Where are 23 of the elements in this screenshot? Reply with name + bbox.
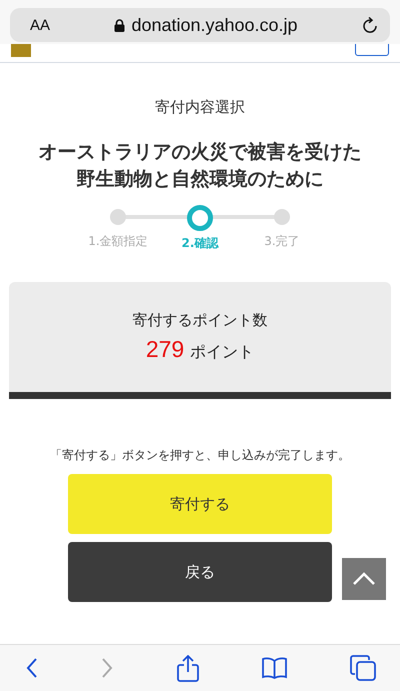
step-label: 2.確認 [182,235,218,252]
tabs-icon[interactable] [350,655,376,681]
lock-icon [114,18,126,32]
reload-icon[interactable] [362,16,378,34]
text-size-button[interactable]: AA [30,16,50,34]
points-value: 279 [146,336,184,363]
page-title: 野生動物と自然環境のために [76,167,324,192]
points-label: 寄付するポイント数 [132,311,268,330]
step-label: 3.完了 [264,233,300,250]
donate-button[interactable]: 寄付する [68,474,332,534]
scroll-top-button[interactable] [342,558,386,600]
note-text: 「寄付する」ボタンを押すと、申し込みが完了します。 [49,447,351,464]
back-button[interactable]: 戻る [68,542,332,602]
back-icon[interactable] [26,657,38,679]
share-icon[interactable] [176,654,198,682]
book-icon[interactable] [262,657,287,679]
chevron-up-icon [352,572,376,586]
step-label: 1.金額指定 [88,233,148,250]
points-unit: ポイント [190,342,254,363]
page-title: オーストラリアの火災で被害を受けた [38,140,362,165]
url-text: donation.yahoo.co.jp [131,14,298,36]
address-bar[interactable]: AA donation.yahoo.co.jp [10,8,390,42]
page-heading: 寄付内容選択 [154,98,246,117]
